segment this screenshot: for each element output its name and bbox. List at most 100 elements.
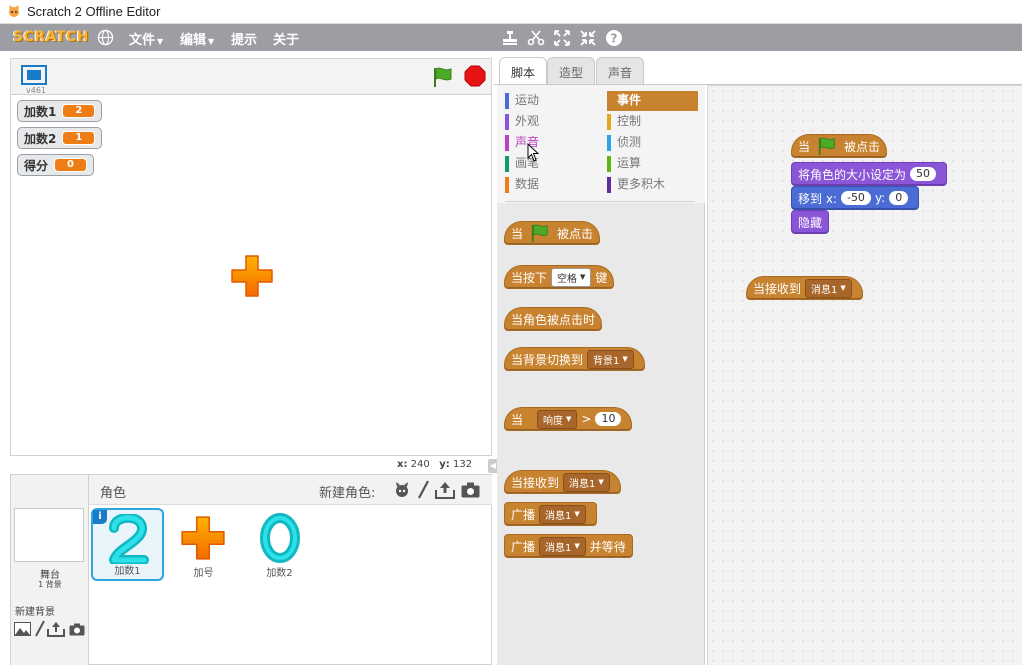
- paint-backdrop-icon[interactable]: [34, 620, 46, 638]
- svg-text:?: ?: [611, 32, 618, 46]
- green-flag-icon: [818, 137, 835, 156]
- digit-zero-costume: [260, 513, 300, 563]
- category-more-blocks[interactable]: 更多积木: [607, 175, 698, 195]
- menubar: SCRATCH 文件 ▼ 编辑 ▼ 提示 关于 ?: [0, 24, 1022, 51]
- script-hide[interactable]: 隐藏: [791, 210, 830, 234]
- category-sound[interactable]: 声音: [505, 133, 595, 153]
- sprite-name: 加数2: [266, 568, 293, 579]
- help-icon[interactable]: ?: [604, 28, 624, 48]
- monitor-addend2[interactable]: 加数2 1: [17, 127, 103, 149]
- stage-column: 舞台 1 背景 新建背景: [11, 475, 89, 665]
- category-data[interactable]: 数据: [505, 175, 595, 195]
- presentation-mode-icon[interactable]: [21, 65, 47, 85]
- shrink-icon[interactable]: [578, 28, 598, 48]
- cut-scissors-icon[interactable]: [526, 28, 546, 48]
- stop-sign-icon[interactable]: [464, 65, 486, 87]
- menu-about[interactable]: 关于: [273, 29, 299, 48]
- sprites-header: 角色 新建角色:: [89, 475, 492, 505]
- sprite-name: 加数1: [114, 566, 141, 577]
- monitor-value: 1: [62, 131, 96, 145]
- sprites-title: 角色: [100, 486, 127, 501]
- editor-tabs: 脚本 造型 声音: [494, 55, 1022, 87]
- window-title: Scratch 2 Offline Editor: [27, 4, 161, 19]
- language-globe-icon[interactable]: [97, 29, 114, 46]
- sprites-panel: 舞台 1 背景 新建背景 角色 新建角色: i 加数1 加号 加数2: [10, 474, 492, 665]
- sprite-tile-plus[interactable]: 加号: [167, 508, 240, 581]
- plus-sprite-icon[interactable]: [229, 253, 275, 299]
- sprite-tile-addend2[interactable]: 加数2: [243, 508, 316, 581]
- script-area[interactable]: 当被点击 将角色的大小设定为 50 移到 x: -50 y: 0 隐藏 当接收到 消息1 ▼: [707, 85, 1022, 665]
- grow-icon[interactable]: [552, 28, 572, 48]
- block-broadcast[interactable]: 广播 消息1 ▼: [504, 502, 597, 526]
- upload-sprite-icon[interactable]: [435, 481, 455, 499]
- block-broadcast-and-wait[interactable]: 广播 消息1 ▼ 并等待: [504, 534, 633, 558]
- block-when-backdrop-switches[interactable]: 当背景切换到 背景1 ▼: [504, 347, 645, 371]
- block-when-flag-clicked[interactable]: 当被点击: [504, 221, 601, 245]
- mouse-cursor-icon: [527, 143, 540, 162]
- upload-backdrop-icon[interactable]: [47, 621, 65, 637]
- camera-sprite-icon[interactable]: [461, 482, 480, 498]
- key-dropdown[interactable]: 空格 ▼: [551, 267, 592, 287]
- palette-divider: [505, 201, 695, 202]
- stage-header: v461: [10, 58, 492, 95]
- category-column-right: 事件 控制 侦测 运算 更多积木: [607, 91, 698, 195]
- monitor-label: 加数1: [24, 104, 57, 119]
- menu-file[interactable]: 文件 ▼: [129, 29, 163, 48]
- category-pen[interactable]: 画笔: [505, 154, 595, 174]
- x-value: 240: [410, 459, 430, 470]
- sprite-library-icon[interactable]: [392, 480, 412, 500]
- category-sensing[interactable]: 侦测: [607, 133, 698, 153]
- script-when-receive[interactable]: 当接收到 消息1 ▼: [746, 276, 863, 300]
- category-column-left: 运动 外观 声音 画笔 数据: [505, 91, 595, 195]
- monitor-score[interactable]: 得分 0: [17, 154, 94, 176]
- info-icon[interactable]: i: [93, 510, 107, 524]
- script-set-size[interactable]: 将角色的大小设定为 50: [791, 162, 948, 186]
- block-when-receive[interactable]: 当接收到 消息1 ▼: [504, 470, 621, 494]
- block-palette: 运动 外观 声音 画笔 数据 事件 控制 侦测 运算 更多积木 当被点击 当按下…: [497, 85, 705, 665]
- script-when-flag-clicked[interactable]: 当被点击: [791, 134, 888, 158]
- green-flag-icon[interactable]: [431, 66, 455, 88]
- message-dropdown[interactable]: 消息1 ▼: [539, 536, 586, 556]
- category-control[interactable]: 控制: [607, 112, 698, 132]
- block-when-sprite-clicked[interactable]: 当角色被点击时: [504, 307, 603, 331]
- tab-costumes[interactable]: 造型: [547, 57, 596, 85]
- duplicate-stamp-icon[interactable]: [500, 28, 520, 48]
- block-when-sensor-greater[interactable]: 当响度 ▼ >10: [504, 407, 633, 431]
- camera-backdrop-icon[interactable]: [69, 623, 85, 636]
- scratch-logo[interactable]: SCRATCH: [13, 26, 89, 48]
- category-selector: 运动 外观 声音 画笔 数据 事件 控制 侦测 运算 更多积木: [497, 85, 705, 203]
- backdrop-library-icon[interactable]: [14, 622, 31, 636]
- message-dropdown[interactable]: 消息1 ▼: [539, 504, 586, 524]
- threshold-input[interactable]: 10: [595, 412, 622, 426]
- category-operators[interactable]: 运算: [607, 154, 698, 174]
- y-value: 132: [453, 459, 473, 470]
- monitor-value: 2: [62, 104, 96, 118]
- sprite-tile-addend1[interactable]: i 加数1: [91, 508, 164, 581]
- x-input[interactable]: -50: [840, 191, 871, 205]
- size-input[interactable]: 50: [910, 167, 937, 181]
- window-titlebar: Scratch 2 Offline Editor: [0, 0, 1022, 24]
- tab-scripts[interactable]: 脚本: [499, 57, 548, 87]
- category-events[interactable]: 事件: [607, 91, 698, 111]
- y-input[interactable]: 0: [889, 191, 909, 205]
- menu-edit[interactable]: 编辑 ▼: [180, 29, 214, 48]
- block-when-key-pressed[interactable]: 当按下 空格 ▼ 键: [504, 265, 615, 289]
- green-flag-icon: [531, 224, 548, 243]
- category-motion[interactable]: 运动: [505, 91, 595, 111]
- new-sprite-label: 新建角色:: [319, 486, 376, 501]
- monitor-addend1[interactable]: 加数1 2: [17, 100, 103, 122]
- category-looks[interactable]: 外观: [505, 112, 595, 132]
- paint-sprite-icon[interactable]: [416, 480, 430, 500]
- monitor-value: 0: [54, 158, 87, 172]
- script-go-to-xy[interactable]: 移到 x: -50 y: 0: [791, 186, 920, 210]
- message-dropdown[interactable]: 消息1 ▼: [563, 472, 610, 492]
- menu-tips[interactable]: 提示: [231, 29, 257, 48]
- stage-thumbnail[interactable]: [14, 508, 84, 562]
- message-dropdown[interactable]: 消息1 ▼: [805, 278, 852, 298]
- x-label: x:: [397, 459, 408, 470]
- sprite-name: 加号: [193, 568, 214, 579]
- stage-canvas[interactable]: 加数1 2 加数2 1 得分 0: [10, 94, 492, 456]
- sensor-dropdown[interactable]: 响度 ▼: [537, 409, 578, 429]
- tab-sounds[interactable]: 声音: [596, 57, 645, 85]
- backdrop-dropdown[interactable]: 背景1 ▼: [587, 349, 634, 369]
